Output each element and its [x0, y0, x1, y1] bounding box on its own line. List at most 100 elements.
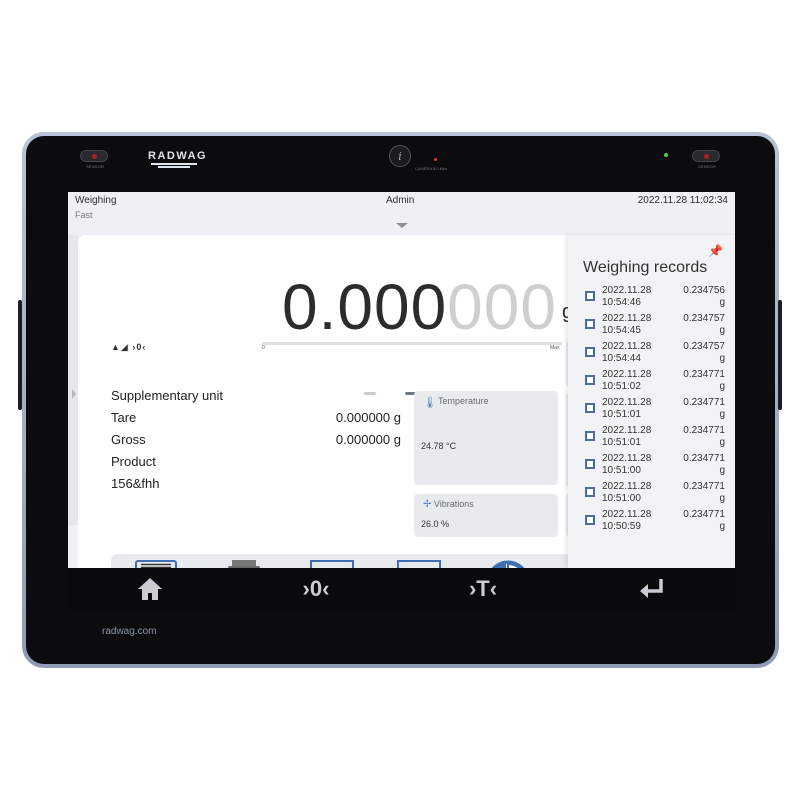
record-icon	[585, 319, 595, 329]
bargraph-max: Max	[550, 345, 560, 351]
date-time: 2022.11.28 11:02:34	[637, 195, 728, 206]
info-value: 0.000000 g	[335, 432, 401, 447]
record-time: 10:51:00	[602, 465, 641, 476]
record-date: 2022.11.28	[602, 313, 652, 324]
quick-action-toolbar: ›T‹	[111, 554, 585, 568]
vibrations-title: ✢ Vibrations	[423, 499, 474, 510]
load-bargraph	[262, 342, 562, 345]
chevron-right-icon[interactable]	[72, 389, 76, 399]
home-button[interactable]	[125, 576, 175, 602]
record-date: 2022.11.28	[602, 285, 652, 296]
record-icon	[585, 459, 595, 469]
vibrations-widget[interactable]: ✢ Vibrations 26.0 %	[414, 494, 558, 537]
pull-down-arrow-icon[interactable]	[396, 223, 408, 228]
record-icon	[585, 291, 595, 301]
tare-approve-button[interactable]: ›T‹	[397, 559, 443, 568]
record-time: 10:51:01	[602, 437, 641, 448]
vibration-icon: ✢	[423, 499, 432, 510]
record-unit: g	[719, 409, 725, 420]
record-date: 2022.11.28	[602, 509, 652, 520]
sensor-left-label: SENSOR	[86, 164, 105, 169]
record-item[interactable]: 2022.11.28 10:54:44 0.234757 g	[585, 341, 725, 369]
record-item[interactable]: 2022.11.28 10:54:46 0.234756 g	[585, 285, 725, 313]
record-item[interactable]: 2022.11.28 10:51:01 0.234771 g	[585, 425, 725, 453]
clipboard-check-icon	[310, 560, 354, 568]
info-row: 156&fhh	[111, 473, 401, 495]
brand-logo-text: RADWAG	[148, 150, 208, 162]
record-icon	[585, 403, 595, 413]
weight-readout: 0.000000	[282, 275, 557, 339]
logged-user[interactable]: Admin	[386, 195, 414, 206]
record-time: 10:54:46	[602, 297, 641, 308]
records-title: Weighing records	[583, 259, 708, 276]
record-weight: 0.234771	[683, 509, 725, 520]
bargraph-min: 0	[262, 345, 265, 351]
info-value: 0.000000 g	[335, 410, 401, 425]
info-label: Tare	[111, 410, 137, 425]
pie-chart-icon	[491, 560, 525, 568]
info-label: Supplementary unit	[111, 388, 224, 403]
print-header-button[interactable]	[133, 559, 179, 568]
enter-button[interactable]	[627, 576, 677, 602]
record-unit: g	[719, 353, 725, 364]
side-panel-handle[interactable]	[68, 235, 78, 525]
record-time: 10:51:00	[602, 493, 641, 504]
record-date: 2022.11.28	[602, 397, 652, 408]
working-mode[interactable]: Weighing	[75, 195, 117, 206]
record-time: 10:54:44	[602, 353, 641, 364]
top-bar[interactable]: Weighing Fast Admin 2022.11.28 11:02:34	[68, 192, 735, 225]
record-weight: 0.234757	[683, 313, 725, 324]
record-unit: g	[719, 437, 725, 448]
tare-icon: ›T‹	[468, 576, 498, 601]
record-item[interactable]: 2022.11.28 10:51:02 0.234771 g	[585, 369, 725, 397]
record-unit: g	[719, 465, 725, 476]
record-icon	[585, 375, 595, 385]
proximity-sensor-left[interactable]	[80, 150, 108, 162]
info-row: Product	[111, 451, 401, 473]
weighing-records-panel[interactable]: 📌 Weighing records 2022.11.28 10:54:46 0…	[568, 235, 735, 568]
record-date: 2022.11.28	[602, 341, 652, 352]
side-button-right	[778, 300, 782, 410]
record-weight: 0.234771	[683, 453, 725, 464]
info-row: Gross 0.000000 g	[111, 429, 401, 451]
record-unit: g	[719, 521, 725, 532]
camera-led	[434, 158, 437, 161]
record-weight: 0.234771	[683, 425, 725, 436]
side-button-left	[18, 300, 22, 410]
statistics-button[interactable]	[485, 559, 531, 568]
record-icon	[585, 347, 595, 357]
record-date: 2022.11.28	[602, 481, 652, 492]
database-records-button[interactable]	[309, 559, 355, 568]
proximity-sensor-right[interactable]	[692, 150, 720, 162]
enter-icon	[640, 579, 663, 598]
record-weight: 0.234757	[683, 341, 725, 352]
record-time: 10:50:59	[602, 521, 641, 532]
record-date: 2022.11.28	[602, 453, 652, 464]
print-footer-button[interactable]	[221, 559, 267, 568]
brand-logo: RADWAG	[148, 150, 208, 178]
weight-inactive-digits: 000	[447, 271, 557, 343]
record-unit: g	[719, 297, 725, 308]
zero-button[interactable]: ›0‹	[291, 576, 341, 602]
camera-glyph: i	[398, 149, 402, 163]
working-submode: Fast	[75, 210, 93, 220]
print-footer-icon	[228, 560, 260, 568]
record-item[interactable]: 2022.11.28 10:51:00 0.234771 g	[585, 481, 725, 509]
pin-icon[interactable]: 📌	[708, 244, 723, 258]
display-screen: Weighing Fast Admin 2022.11.28 11:02:34 …	[68, 192, 735, 568]
status-pictograms: ▲◢ ›0‹	[111, 342, 147, 352]
record-unit: g	[719, 493, 725, 504]
temperature-value: 24.78 °C	[421, 441, 457, 451]
temperature-widget[interactable]: 🌡 Temperature 24.78 °C	[414, 391, 558, 485]
vibrations-title-text: Vibrations	[433, 499, 474, 509]
record-time: 10:51:01	[602, 409, 641, 420]
tare-button[interactable]: ›T‹	[458, 576, 508, 602]
thermometer-icon: 🌡	[423, 397, 437, 409]
record-item[interactable]: 2022.11.28 10:51:01 0.234771 g	[585, 397, 725, 425]
record-item[interactable]: 2022.11.28 10:54:45 0.234757 g	[585, 313, 725, 341]
record-item[interactable]: 2022.11.28 10:50:59 0.234771 g	[585, 509, 725, 537]
record-item[interactable]: 2022.11.28 10:51:00 0.234771 g	[585, 453, 725, 481]
vibrations-value: 26.0 %	[421, 519, 450, 529]
record-weight: 0.234756	[683, 285, 725, 296]
info-label: Gross	[111, 432, 146, 447]
